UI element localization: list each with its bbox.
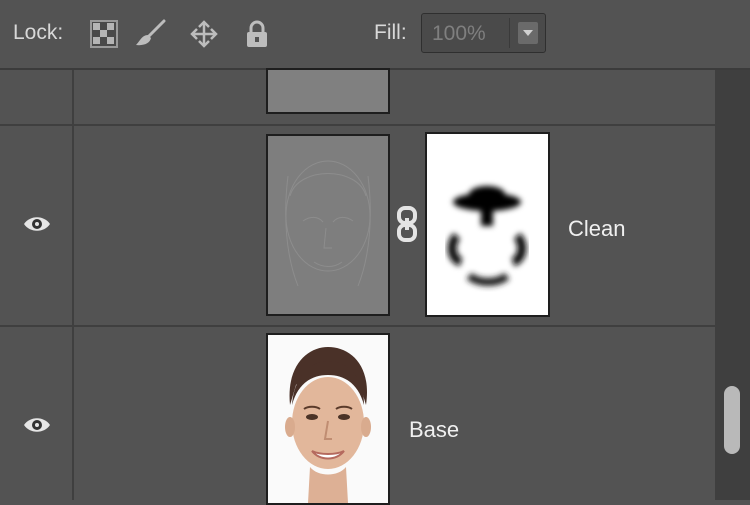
layer-name[interactable]: Clean (568, 216, 625, 242)
layer-row-base[interactable]: Base (0, 327, 715, 505)
chevron-down-icon[interactable] (518, 22, 538, 44)
layer-row[interactable] (0, 68, 715, 124)
visibility-column-divider (72, 126, 74, 325)
gray-layer-thumbnail[interactable] (266, 68, 390, 114)
eye-icon[interactable] (22, 415, 52, 435)
fill-label: Fill: (374, 21, 407, 44)
layer-name[interactable]: Base (409, 417, 459, 443)
high-pass-layer-thumbnail[interactable] (266, 134, 390, 316)
eye-icon[interactable] (22, 214, 52, 234)
visibility-column-divider (72, 70, 74, 124)
scrollbar-thumb[interactable] (724, 386, 740, 454)
layer-row-clean[interactable]: Clean (0, 126, 715, 325)
link-icon[interactable] (396, 206, 418, 242)
visibility-column-divider (72, 327, 74, 500)
brush-icon[interactable] (134, 19, 166, 49)
move-arrows-icon[interactable] (189, 19, 219, 49)
layers-toolbar: Lock: Fill: 100% (0, 0, 750, 70)
lock-label: Lock: (13, 21, 64, 44)
lock-transparent-pixels-icon[interactable] (89, 19, 119, 49)
fill-divider (509, 18, 510, 48)
layer-mask-thumbnail[interactable] (425, 132, 550, 317)
fill-value[interactable]: 100% (432, 22, 486, 46)
portrait-photo-thumbnail[interactable] (266, 333, 390, 505)
fill-opacity-field[interactable]: 100% (421, 13, 546, 53)
lock-icon[interactable] (243, 19, 273, 49)
